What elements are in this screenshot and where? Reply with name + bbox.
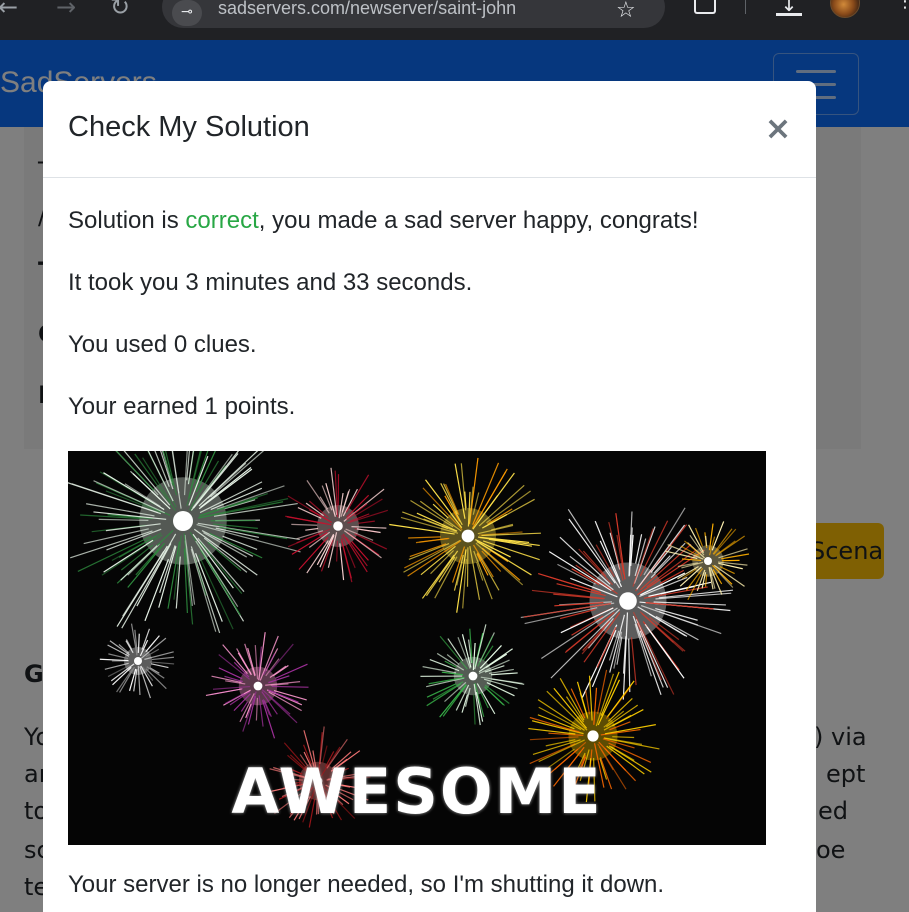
firework-spark bbox=[339, 543, 345, 581]
firework-spark bbox=[606, 680, 635, 717]
firework-spark bbox=[305, 502, 324, 517]
firework-core bbox=[704, 557, 712, 565]
browser-toolbar: ← → ↻ ⊸ sadservers.com/newserver/saint-j… bbox=[0, 0, 909, 40]
firework-core bbox=[134, 657, 142, 665]
firework-spark bbox=[635, 534, 643, 564]
download-icon[interactable]: ↓ bbox=[776, 0, 802, 16]
points-earned-text: Your earned 1 points. bbox=[68, 393, 296, 420]
firework-spark bbox=[271, 685, 309, 688]
firework-spark bbox=[559, 536, 611, 585]
firework-spark bbox=[199, 541, 243, 595]
firework-spark bbox=[141, 628, 151, 650]
firework-spark bbox=[655, 615, 699, 641]
firework-spark bbox=[713, 528, 737, 555]
firework-spark bbox=[305, 527, 319, 531]
firework-core bbox=[173, 511, 193, 531]
firework-spark bbox=[190, 548, 217, 632]
firework-spark bbox=[473, 694, 476, 725]
awesome-caption: AWESOME bbox=[231, 755, 603, 828]
reload-icon[interactable]: ↻ bbox=[106, 0, 134, 19]
forward-arrow-icon[interactable]: → bbox=[52, 0, 80, 19]
firework-spark bbox=[233, 661, 250, 678]
firework-spark bbox=[151, 663, 169, 669]
toolbar-divider bbox=[745, 0, 746, 14]
firework-core bbox=[468, 671, 478, 681]
extensions-icon[interactable] bbox=[694, 0, 716, 14]
firework-core bbox=[461, 529, 475, 543]
firework-spark bbox=[240, 701, 249, 712]
firework-spark bbox=[541, 607, 618, 660]
url-text[interactable]: sadservers.com/newserver/saint-john bbox=[218, 0, 516, 19]
firework-spark bbox=[443, 483, 459, 515]
firework-spark bbox=[287, 495, 330, 522]
firework-spark bbox=[408, 536, 441, 539]
firework-spark bbox=[438, 556, 456, 583]
shutdown-message: Your server is no longer needed, so I'm … bbox=[68, 871, 665, 898]
result-prefix: Solution is bbox=[68, 207, 186, 234]
firework-spark bbox=[149, 661, 175, 665]
address-bar[interactable]: ⊸ sadservers.com/newserver/saint-john ☆ bbox=[162, 0, 665, 28]
firework-spark bbox=[218, 667, 243, 680]
firework-spark bbox=[717, 571, 734, 588]
firework-spark bbox=[630, 637, 637, 686]
check-solution-modal: Check My Solution × Solution is correct,… bbox=[43, 81, 816, 912]
firework-spark bbox=[486, 490, 531, 524]
firework-spark bbox=[319, 496, 329, 510]
firework-core bbox=[619, 592, 637, 610]
firework-spark bbox=[537, 699, 585, 731]
time-taken-text: It took you 3 minutes and 33 seconds. bbox=[68, 269, 473, 296]
result-suffix: , you made a sad server happy, congrats! bbox=[258, 207, 699, 234]
firework-spark bbox=[205, 688, 242, 697]
firework-spark bbox=[571, 568, 600, 586]
firework-spark bbox=[151, 656, 175, 661]
firework-spark bbox=[222, 644, 248, 675]
firework-spark bbox=[342, 533, 368, 573]
profile-avatar[interactable] bbox=[830, 0, 860, 18]
firework-spark bbox=[291, 523, 318, 526]
result-message: Solution is correct, you made a sad serv… bbox=[68, 207, 699, 235]
firework-spark bbox=[628, 638, 631, 693]
firework-spark bbox=[600, 671, 620, 716]
firework-spark bbox=[559, 678, 585, 721]
firework-spark bbox=[122, 551, 165, 617]
firework-spark bbox=[216, 485, 285, 510]
firework-spark bbox=[490, 672, 518, 676]
firework-spark bbox=[655, 625, 684, 652]
firework-spark bbox=[475, 542, 524, 586]
back-arrow-icon[interactable]: ← bbox=[0, 0, 22, 19]
firework-spark bbox=[721, 553, 750, 560]
firework-spark bbox=[711, 521, 725, 551]
correct-status: correct bbox=[185, 207, 259, 234]
firework-spark bbox=[336, 540, 339, 562]
firework-spark bbox=[356, 528, 381, 534]
firework-core bbox=[587, 730, 599, 742]
firework-core bbox=[333, 521, 343, 531]
firework-core bbox=[253, 681, 263, 691]
firework-spark bbox=[612, 736, 635, 739]
firework-spark bbox=[345, 536, 368, 567]
firework-spark bbox=[567, 509, 621, 589]
modal-header: Check My Solution × bbox=[43, 81, 816, 178]
firework-spark bbox=[125, 639, 133, 650]
firework-spark bbox=[195, 540, 239, 608]
firework-spark bbox=[487, 508, 513, 525]
site-info-icon[interactable]: ⊸ bbox=[172, 0, 202, 26]
bookmark-star-icon[interactable]: ☆ bbox=[616, 0, 636, 23]
firework-spark bbox=[115, 451, 155, 491]
firework-spark bbox=[639, 630, 664, 688]
browser-menu-icon[interactable]: ⋮ bbox=[896, 0, 909, 11]
fireworks-image: AWESOME bbox=[68, 451, 766, 845]
close-icon[interactable]: × bbox=[761, 111, 795, 145]
modal-title: Check My Solution bbox=[68, 111, 310, 143]
clues-used-text: You used 0 clues. bbox=[68, 331, 257, 358]
firework-spark bbox=[358, 520, 375, 524]
firework-spark bbox=[261, 700, 276, 739]
